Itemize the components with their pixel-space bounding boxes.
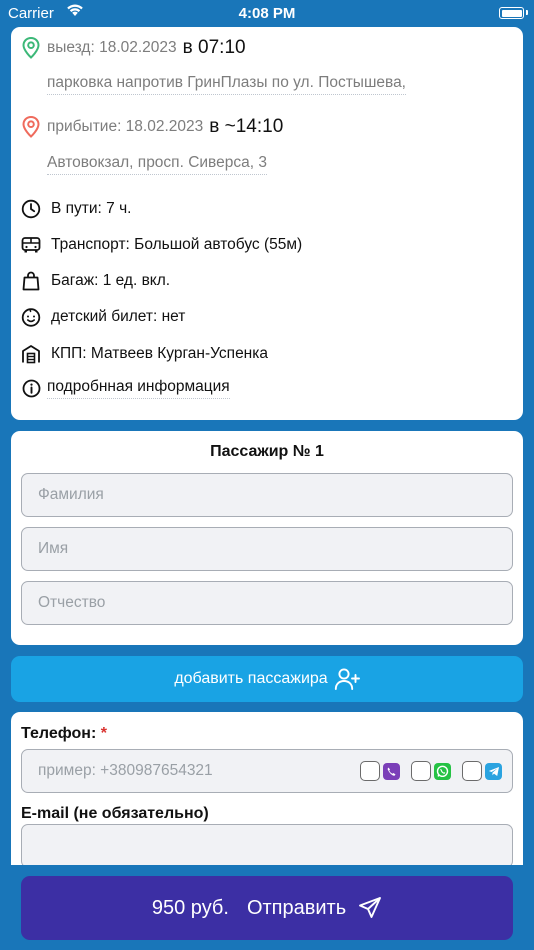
status-time: 4:08 PM bbox=[238, 5, 296, 22]
passenger-title: Пассажир № 1 bbox=[210, 443, 324, 460]
info-icon bbox=[21, 379, 41, 399]
messenger-options bbox=[360, 761, 502, 781]
surname-field[interactable]: Фамилия bbox=[21, 473, 513, 517]
baggage-text: Багаж: 1 ед. вкл. bbox=[51, 272, 171, 289]
trip-info-card: выезд: 18.02.2023 в 07:10 парковка напро… bbox=[11, 27, 523, 420]
departure-place-link[interactable]: парковка напротив ГринПлазы по ул. Посты… bbox=[47, 74, 406, 95]
more-info-row[interactable]: подробнная информация bbox=[21, 378, 230, 399]
submit-label: Отправить bbox=[246, 896, 347, 919]
add-passenger-button[interactable]: добавить пассажира bbox=[11, 656, 523, 702]
departure-time: в 07:10 bbox=[182, 37, 246, 58]
email-field[interactable] bbox=[21, 824, 513, 868]
whatsapp-icon bbox=[434, 762, 451, 780]
checkpoint-icon bbox=[21, 344, 41, 364]
battery-icon bbox=[499, 7, 524, 19]
viber-icon bbox=[383, 762, 400, 780]
baggage-row: Багаж: 1 ед. вкл. bbox=[21, 271, 170, 291]
name-field[interactable]: Имя bbox=[21, 527, 513, 571]
viber-checkbox[interactable] bbox=[360, 761, 380, 781]
map-pin-icon bbox=[21, 37, 41, 59]
patronymic-field[interactable]: Отчество bbox=[21, 581, 513, 625]
arrival-row: прибытие: 18.02.2023 в ~14:10 bbox=[21, 116, 283, 138]
map-pin-icon bbox=[21, 116, 41, 138]
departure-date: выезд: 18.02.2023 bbox=[47, 39, 177, 56]
duration-text: В пути: 7 ч. bbox=[51, 200, 132, 217]
bag-icon bbox=[21, 271, 41, 291]
arrival-date: прибытие: 18.02.2023 bbox=[47, 118, 204, 135]
child-face-icon bbox=[21, 307, 41, 327]
passenger-card: Пассажир № 1 Фамилия Имя Отчество bbox=[11, 431, 523, 645]
status-bar: Carrier 4:08 PM bbox=[0, 0, 534, 26]
required-mark: * bbox=[100, 725, 107, 742]
price-label: 950 руб. bbox=[151, 896, 229, 919]
email-label: E-mail (не обязательно) bbox=[21, 805, 209, 822]
clock-icon bbox=[21, 199, 41, 219]
bus-icon bbox=[21, 235, 41, 255]
transport-text: Транспорт: Большой автобус (55м) bbox=[51, 236, 303, 253]
arrival-time: в ~14:10 bbox=[209, 116, 284, 137]
submit-bar: 950 руб. Отправить bbox=[0, 865, 534, 950]
contact-card: Телефон: * пример: +380987654321 E-mail … bbox=[11, 712, 523, 872]
send-icon bbox=[358, 896, 382, 920]
add-passenger-label: добавить пассажира bbox=[174, 670, 328, 687]
add-user-icon bbox=[334, 667, 360, 691]
telegram-icon bbox=[485, 762, 502, 780]
checkpoint-row: КПП: Матвеев Курган-Успенка bbox=[21, 344, 268, 364]
departure-row: выезд: 18.02.2023 в 07:10 bbox=[21, 37, 246, 59]
whatsapp-checkbox[interactable] bbox=[411, 761, 431, 781]
child-ticket-row: детский билет: нет bbox=[21, 307, 185, 327]
submit-button[interactable]: 950 руб. Отправить bbox=[21, 876, 513, 940]
phone-field[interactable]: пример: +380987654321 bbox=[21, 749, 513, 793]
checkpoint-text: КПП: Матвеев Курган-Успенка bbox=[51, 345, 268, 362]
arrival-place-link[interactable]: Автовокзал, просп. Сиверса, 3 bbox=[47, 154, 267, 175]
child-ticket-text: детский билет: нет bbox=[51, 308, 186, 325]
more-info-link[interactable]: подробнная информация bbox=[47, 378, 230, 399]
transport-row: Транспорт: Большой автобус (55м) bbox=[21, 235, 302, 255]
phone-label: Телефон: * bbox=[21, 725, 107, 742]
telegram-checkbox[interactable] bbox=[462, 761, 482, 781]
duration-row: В пути: 7 ч. bbox=[21, 199, 131, 219]
phone-placeholder: пример: +380987654321 bbox=[38, 762, 213, 779]
